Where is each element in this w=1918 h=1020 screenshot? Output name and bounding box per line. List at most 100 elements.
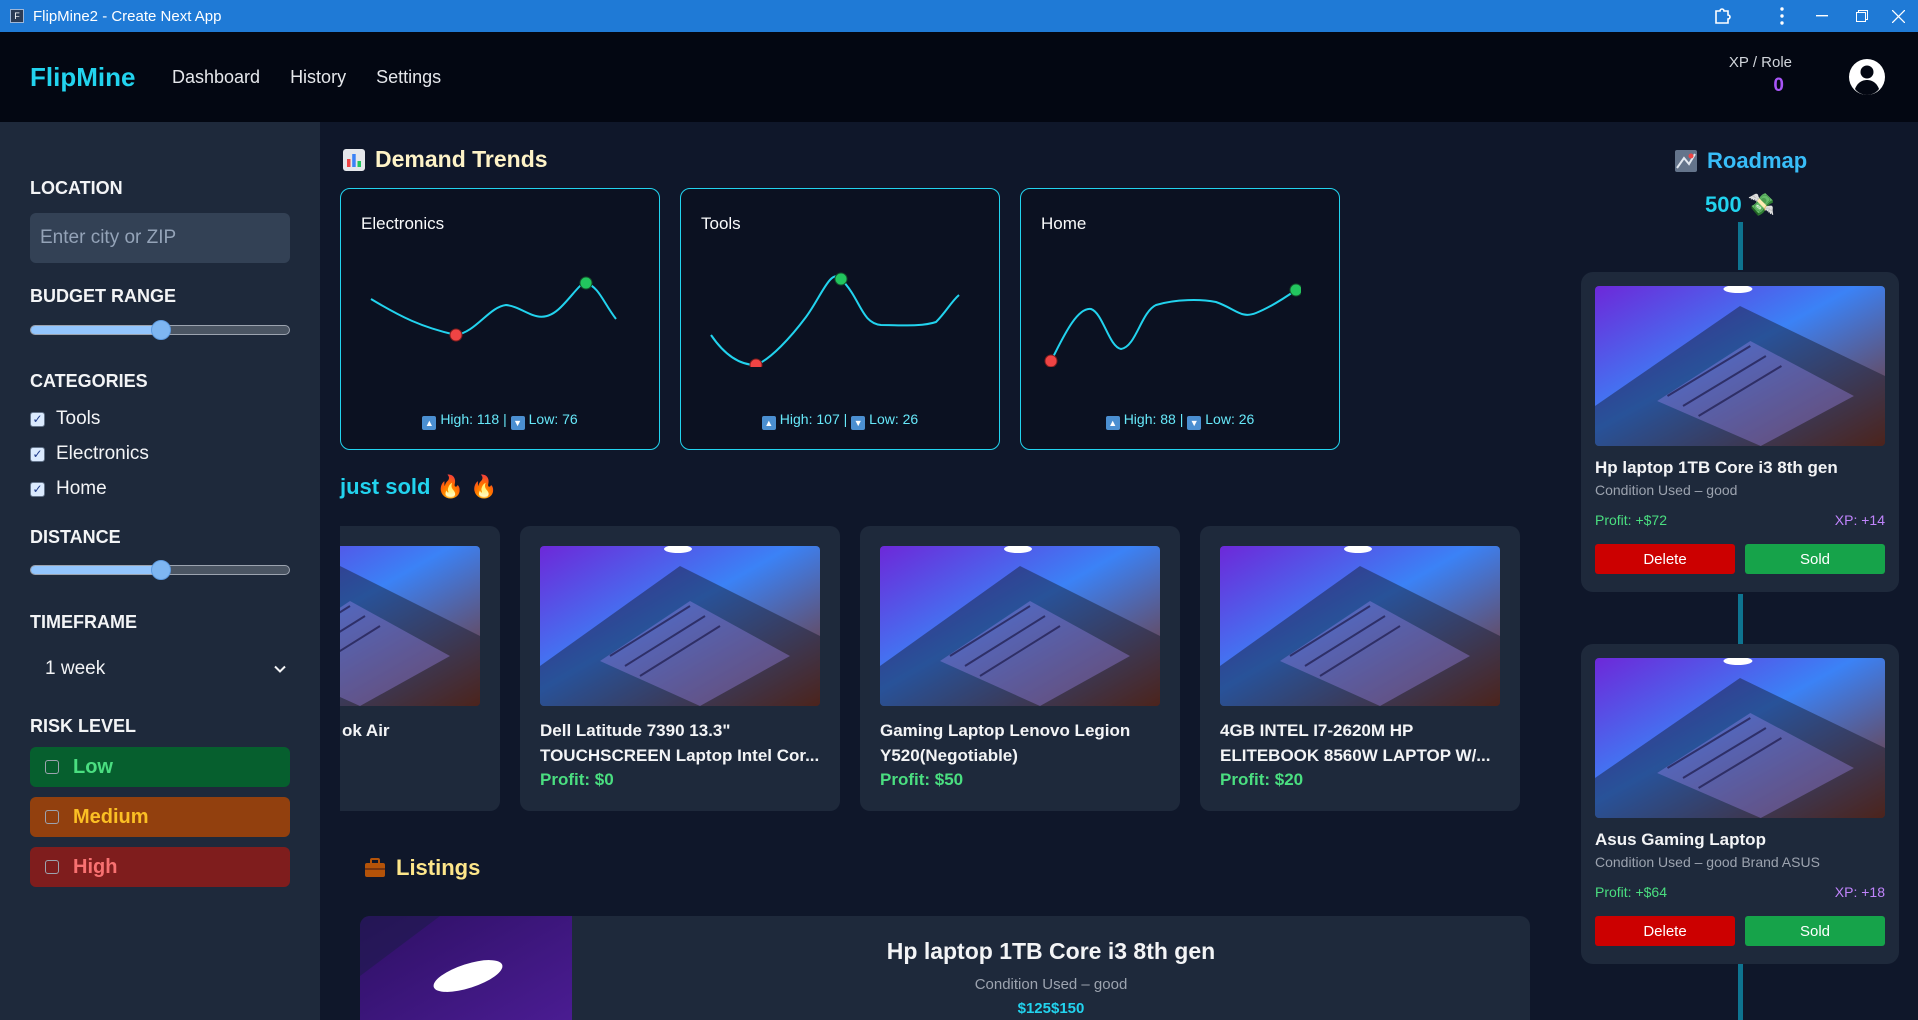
listing-card[interactable]: Hp laptop 1TB Core i3 8th gen Condition … (360, 916, 1530, 1020)
trend-card-electronics[interactable]: Electronics ▲ High: 118 | ▼ Low: 76 (340, 188, 660, 450)
risk-high[interactable]: High (30, 847, 290, 887)
roadmap-item-condition: Condition Used – good (1595, 482, 1738, 498)
extensions-icon[interactable] (1702, 0, 1742, 32)
brand-logo[interactable]: FlipMine (30, 62, 135, 93)
sold-button[interactable]: Sold (1745, 544, 1885, 574)
checkbox-checked-icon[interactable]: ✓ (30, 411, 45, 427)
user-avatar-icon[interactable] (1848, 58, 1886, 96)
risk-medium-label: Medium (73, 805, 149, 828)
listing-condition: Condition Used – good (974, 976, 1128, 993)
sold-button[interactable]: Sold (1745, 916, 1885, 946)
risk-high-label: High (73, 855, 118, 878)
listings-heading: Listings (364, 855, 480, 881)
location-input[interactable]: Enter city or ZIP (30, 213, 290, 263)
risk-medium[interactable]: Medium (30, 797, 290, 837)
restore-icon[interactable] (1842, 0, 1882, 32)
more-menu-icon[interactable] (1762, 0, 1802, 32)
map-icon (1675, 150, 1697, 172)
arrow-up-icon: ▲ (422, 416, 437, 430)
top-navbar: FlipMine Dashboard History Settings XP /… (0, 32, 1918, 122)
arrow-down-icon: ▼ (1187, 416, 1202, 430)
stat-separator: | (503, 411, 507, 427)
trend-card-name: Home (1041, 214, 1087, 233)
delete-button[interactable]: Delete (1595, 544, 1735, 574)
listing-price: $125$150 (1017, 1000, 1085, 1017)
nav-link-settings[interactable]: Settings (376, 67, 441, 88)
close-icon[interactable] (1878, 0, 1918, 32)
laptop-image (1595, 286, 1885, 446)
sold-item-profit: Profit: $0 (540, 770, 614, 789)
chevron-down-icon (274, 665, 286, 673)
checkbox-unchecked-icon[interactable] (45, 860, 59, 874)
sold-item-profit: Profit: $50 (880, 770, 964, 789)
distance-slider-fill (31, 566, 160, 574)
roadmap-item-name: Hp laptop 1TB Core i3 8th gen (1595, 458, 1838, 477)
budget-slider[interactable] (30, 320, 290, 340)
stat-separator: | (843, 411, 848, 427)
budget-label: BUDGET RANGE (30, 286, 177, 306)
checkbox-unchecked-icon[interactable] (45, 760, 59, 774)
roadmap-card[interactable]: Hp laptop 1TB Core i3 8th gen Condition … (1581, 272, 1899, 592)
high-point-marker (579, 276, 593, 290)
checkbox-unchecked-icon[interactable] (45, 810, 59, 824)
laptop-image (880, 546, 1160, 706)
money-icon: 💸 (1747, 192, 1776, 217)
listings-title: Listings (396, 855, 481, 880)
distance-slider[interactable] (30, 560, 290, 580)
laptop-image (360, 916, 572, 1020)
trend-stats: ▲ High: 118 | ▼ Low: 76 (341, 411, 659, 430)
trend-sparkline (1044, 283, 1301, 367)
roadmap-item-profit: Profit: +$72 (1595, 512, 1667, 528)
carousel-edge (320, 526, 340, 816)
category-label: Electronics (56, 443, 149, 464)
laptop-image (320, 546, 480, 706)
xp-value: 0 (1773, 75, 1784, 96)
risk-low[interactable]: Low (30, 747, 290, 787)
nav-link-history[interactable]: History (290, 67, 346, 88)
sold-card[interactable]: ok Air (320, 526, 500, 811)
high-point-marker (834, 272, 848, 286)
trend-stats: ▲ High: 107 | ▼ Low: 26 (681, 411, 999, 430)
trend-high: High: 118 (440, 411, 500, 427)
timeframe-value: 1 week (45, 658, 106, 679)
just-sold-heading: just sold 🔥 🔥 (340, 474, 498, 500)
roadmap-heading: Roadmap (1675, 148, 1807, 174)
categories-label: CATEGORIES (30, 371, 148, 391)
arrow-up-icon: ▲ (1105, 416, 1120, 430)
window-title: FlipMine2 - Create Next App (33, 7, 222, 25)
trend-card-home[interactable]: Home ▲ High: 88 | ▼ Low: 26 (1020, 188, 1340, 450)
category-tools[interactable]: ✓ Tools (30, 408, 100, 430)
roadmap-connector (1738, 222, 1743, 270)
roadmap-title: Roadmap (1707, 148, 1808, 173)
sold-card[interactable]: 4GB INTEL I7-2620M HP ELITEBOOK 8560W LA… (1200, 526, 1520, 811)
timeframe-select[interactable]: 1 week (30, 650, 292, 688)
distance-label: DISTANCE (30, 527, 121, 547)
roadmap-card[interactable]: Asus Gaming Laptop Condition Used – good… (1581, 644, 1899, 964)
distance-slider-thumb[interactable] (151, 560, 171, 580)
category-home[interactable]: ✓ Home (30, 478, 107, 500)
briefcase-icon (365, 858, 385, 877)
trend-stats: ▲ High: 88 | ▼ Low: 26 (1021, 411, 1339, 430)
roadmap-item-profit: Profit: +$64 (1595, 884, 1667, 900)
roadmap-panel: Roadmap 500 💸 Hp laptop 1TB Core i3 8th … (1565, 122, 1918, 1020)
demand-trends-heading: Demand Trends (343, 146, 548, 173)
budget-slider-thumb[interactable] (151, 320, 171, 340)
checkbox-checked-icon[interactable]: ✓ (30, 481, 45, 497)
trend-low: Low: 26 (869, 411, 919, 427)
laptop-image (1220, 546, 1500, 706)
window-titlebar: F FlipMine2 - Create Next App (0, 0, 1918, 32)
trend-card-tools[interactable]: Tools ▲ High: 107 | ▼ Low: 26 (680, 188, 1000, 450)
nav-link-dashboard[interactable]: Dashboard (172, 67, 260, 88)
sold-card[interactable]: Gaming Laptop Lenovo Legion Y520(Negotia… (860, 526, 1180, 811)
minimize-icon[interactable] (1802, 0, 1842, 32)
roadmap-connector (1738, 594, 1743, 644)
category-electronics[interactable]: ✓ Electronics (30, 443, 149, 465)
delete-button[interactable]: Delete (1595, 916, 1735, 946)
app-icon: F (10, 9, 24, 23)
just-sold-title: just sold (340, 474, 431, 499)
main-content: Demand Trends Electronics ▲ High: 118 | ▼… (320, 122, 1565, 1020)
sold-item-name: 4GB INTEL I7-2620M HP ELITEBOOK 8560W LA… (1220, 721, 1491, 765)
sold-card[interactable]: Dell Latitude 7390 13.3" TOUCHSCREEN Lap… (520, 526, 840, 811)
trend-sparkline (710, 272, 960, 367)
checkbox-checked-icon[interactable]: ✓ (30, 446, 45, 462)
